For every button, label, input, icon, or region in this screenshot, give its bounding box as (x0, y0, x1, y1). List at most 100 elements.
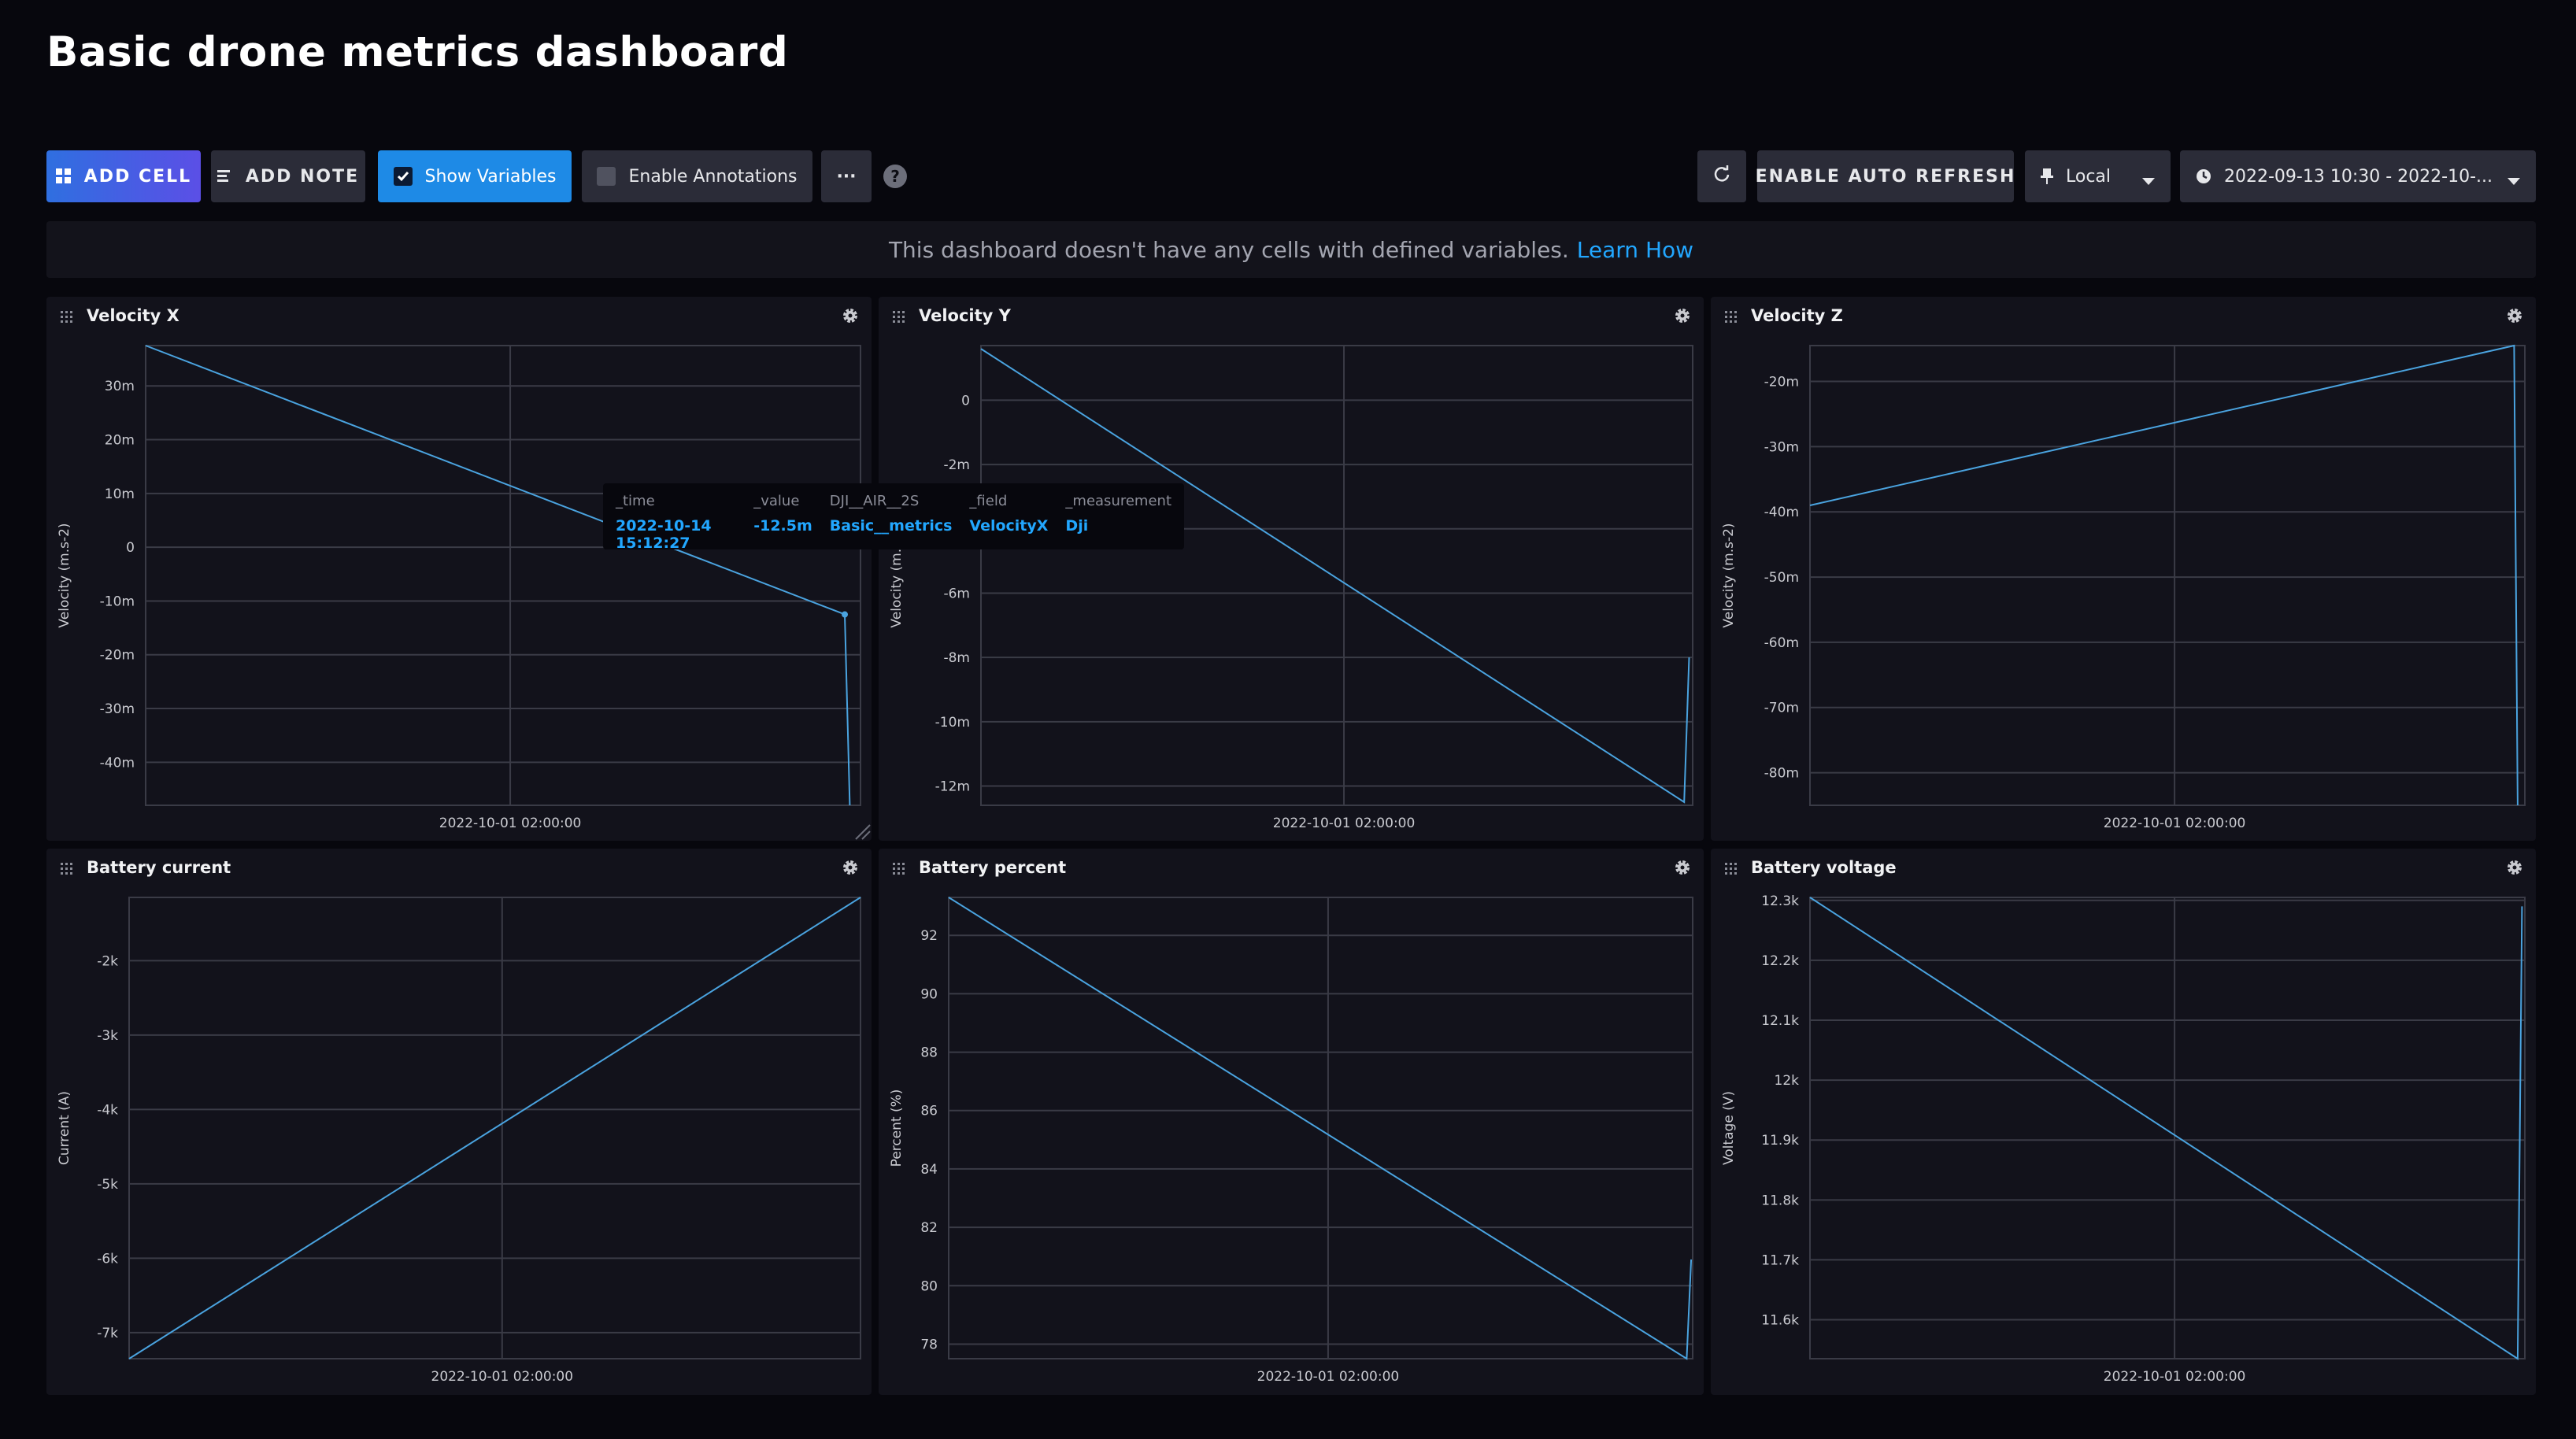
cell-header[interactable]: Battery current (46, 849, 872, 888)
x-tick-label: 2022-10-01 02:00:00 (431, 1369, 574, 1385)
variables-banner: This dashboard doesn't have any cells wi… (46, 221, 2536, 278)
line-chart: 92 90 88 86 84 82 80 78 2022-10-01 02:00:00 Perce… (889, 897, 1693, 1385)
y-tick-label: 0 (961, 393, 970, 409)
y-axis-label: Voltage (V) (1721, 1091, 1737, 1165)
tooltip-column: _value -12.5m (753, 493, 812, 540)
cell-title: Battery current (87, 858, 231, 877)
y-tick-label: 88 (920, 1045, 938, 1061)
y-tick-label: -40m (100, 755, 135, 771)
banner-text: This dashboard doesn't have any cells wi… (888, 236, 1569, 263)
line-chart: -2k -3k -4k -5k -6k -7k 2022-10-01 02:00:00 Cur… (57, 897, 861, 1385)
y-tick-label: -20m (1764, 375, 1799, 390)
cell-title: Velocity Z (1751, 306, 1843, 325)
cell-header[interactable]: Velocity X (46, 297, 872, 336)
y-tick-label: 12k (1775, 1073, 1800, 1089)
add-note-button[interactable]: ADD NOTE (211, 150, 365, 202)
tooltip-header: _value (753, 493, 800, 509)
drag-handle-icon[interactable] (1723, 309, 1738, 327)
y-tick-label: -4k (97, 1102, 118, 1118)
hover-tooltip: _time 2022-10-14 15:12:27 _value -12.5m … (603, 483, 1184, 552)
cell-header[interactable]: Battery voltage (1711, 849, 2536, 888)
pin-icon (2041, 168, 2053, 185)
time-range-dropdown[interactable]: 2022-09-13 10:30 - 2022-10-... (2180, 150, 2536, 202)
timezone-dropdown[interactable]: Local (2025, 150, 2171, 202)
y-tick-label: -60m (1764, 635, 1799, 651)
auto-refresh-label: ENABLE AUTO REFRESH (1755, 166, 2016, 187)
gear-icon[interactable] (1674, 307, 1691, 327)
show-variables-label: Show Variables (424, 166, 557, 187)
y-tick-label: 11.6k (1761, 1313, 1799, 1329)
cell-title: Battery percent (919, 858, 1067, 877)
series-line[interactable] (1809, 344, 2519, 806)
gear-icon[interactable] (1674, 859, 1691, 879)
series-line[interactable] (145, 345, 851, 806)
tooltip-header: _measurement (1065, 493, 1171, 509)
y-tick-label: 30m (105, 379, 135, 394)
y-axis-label: Current (A) (57, 1091, 72, 1165)
chart-cell: -2k -3k -4k -5k -6k -7k 2022-10-01 02:00:00 Cur… (46, 849, 872, 1395)
chevron-down-icon (2142, 171, 2155, 191)
series-line[interactable] (1809, 897, 2523, 1360)
y-tick-label: -7k (97, 1326, 118, 1341)
y-tick-label: 78 (920, 1337, 938, 1352)
y-tick-label: -5k (97, 1177, 118, 1193)
y-tick-label: 82 (920, 1220, 938, 1236)
tooltip-column: _time 2022-10-14 15:12:27 (616, 493, 736, 552)
enable-annotations-toggle[interactable]: Enable Annotations (582, 150, 812, 202)
line-chart: 0-2m-4m-6m-8m-10m-12m2022-10-01 02:00:00… (889, 345, 1693, 831)
y-tick-label: 10m (105, 486, 135, 502)
refresh-button[interactable] (1697, 150, 1746, 202)
cell-title: Velocity X (87, 306, 180, 325)
y-tick-label: 20m (105, 433, 135, 449)
chart-cell: -20m -30m -40m -50m -60m -70m -80m 2022-10-01 0… (1711, 297, 2536, 841)
cell-header[interactable]: Velocity Y (879, 297, 1704, 336)
gear-icon[interactable] (842, 859, 859, 879)
drag-handle-icon[interactable] (1723, 861, 1738, 879)
cell-title: Battery voltage (1751, 858, 1897, 877)
cell-title: Velocity Y (919, 306, 1011, 325)
x-tick-label: 2022-10-01 02:00:00 (1273, 816, 1416, 831)
checkbox-unchecked-icon (597, 167, 616, 186)
y-tick-label: -40m (1764, 505, 1799, 520)
series-line[interactable] (948, 897, 1693, 1360)
series-line[interactable] (980, 348, 1690, 804)
show-variables-toggle[interactable]: Show Variables (378, 150, 572, 202)
y-tick-label: 11.8k (1761, 1193, 1799, 1208)
note-icon (217, 169, 233, 183)
cell-header[interactable]: Velocity Z (1711, 297, 2536, 336)
more-options-button[interactable]: ··· (821, 150, 872, 202)
drag-handle-icon[interactable] (59, 309, 73, 327)
refresh-icon (1713, 165, 1730, 187)
y-tick-label: 12.3k (1761, 893, 1799, 909)
y-tick-label: -50m (1764, 570, 1799, 586)
drag-handle-icon[interactable] (891, 861, 905, 879)
resize-handle[interactable] (855, 824, 871, 840)
learn-how-link[interactable]: Learn How (1577, 237, 1693, 263)
y-tick-label: 12.1k (1761, 1013, 1799, 1029)
tooltip-header: _field (969, 493, 1008, 509)
hover-point (842, 611, 849, 618)
series-line[interactable] (128, 897, 861, 1359)
chevron-down-icon (2508, 171, 2520, 191)
y-tick-label: -80m (1764, 766, 1799, 782)
enable-auto-refresh-button[interactable]: ENABLE AUTO REFRESH (1755, 150, 2016, 202)
y-tick-label: -20m (100, 648, 135, 664)
x-tick-label: 2022-10-01 02:00:00 (2104, 1369, 2246, 1385)
gear-icon[interactable] (2506, 859, 2523, 879)
add-cell-button[interactable]: ADD CELL (46, 150, 201, 202)
dashboard-toolbar: ADD CELL ADD NOTE Show Variables Enable … (0, 150, 2576, 202)
drag-handle-icon[interactable] (59, 861, 73, 879)
tooltip-column: _measurement Dji (1065, 493, 1171, 540)
chart-cell: 0-2m-4m-6m-8m-10m-12m2022-10-01 02:00:00… (879, 297, 1704, 841)
plot-frame (145, 345, 861, 806)
gear-icon[interactable] (2506, 307, 2523, 327)
cell-header[interactable]: Battery percent (879, 849, 1704, 888)
drag-handle-icon[interactable] (891, 309, 905, 327)
line-chart: 12.3k 12.2k 12.1k 12k 11.9k 11.8k 11.7k 11.6k 20… (1721, 893, 2526, 1385)
gear-icon[interactable] (842, 307, 859, 327)
help-icon[interactable]: ? (883, 165, 907, 188)
tooltip-column: _field VelocityX (969, 493, 1048, 540)
y-axis-label: Velocity (m.s-2) (57, 523, 72, 627)
chart-cell: 30m 20m 10m 0 -10m -20m -30m -40m 2022-10-01 02:… (46, 297, 872, 841)
tooltip-value: Basic__metrics (829, 517, 953, 535)
